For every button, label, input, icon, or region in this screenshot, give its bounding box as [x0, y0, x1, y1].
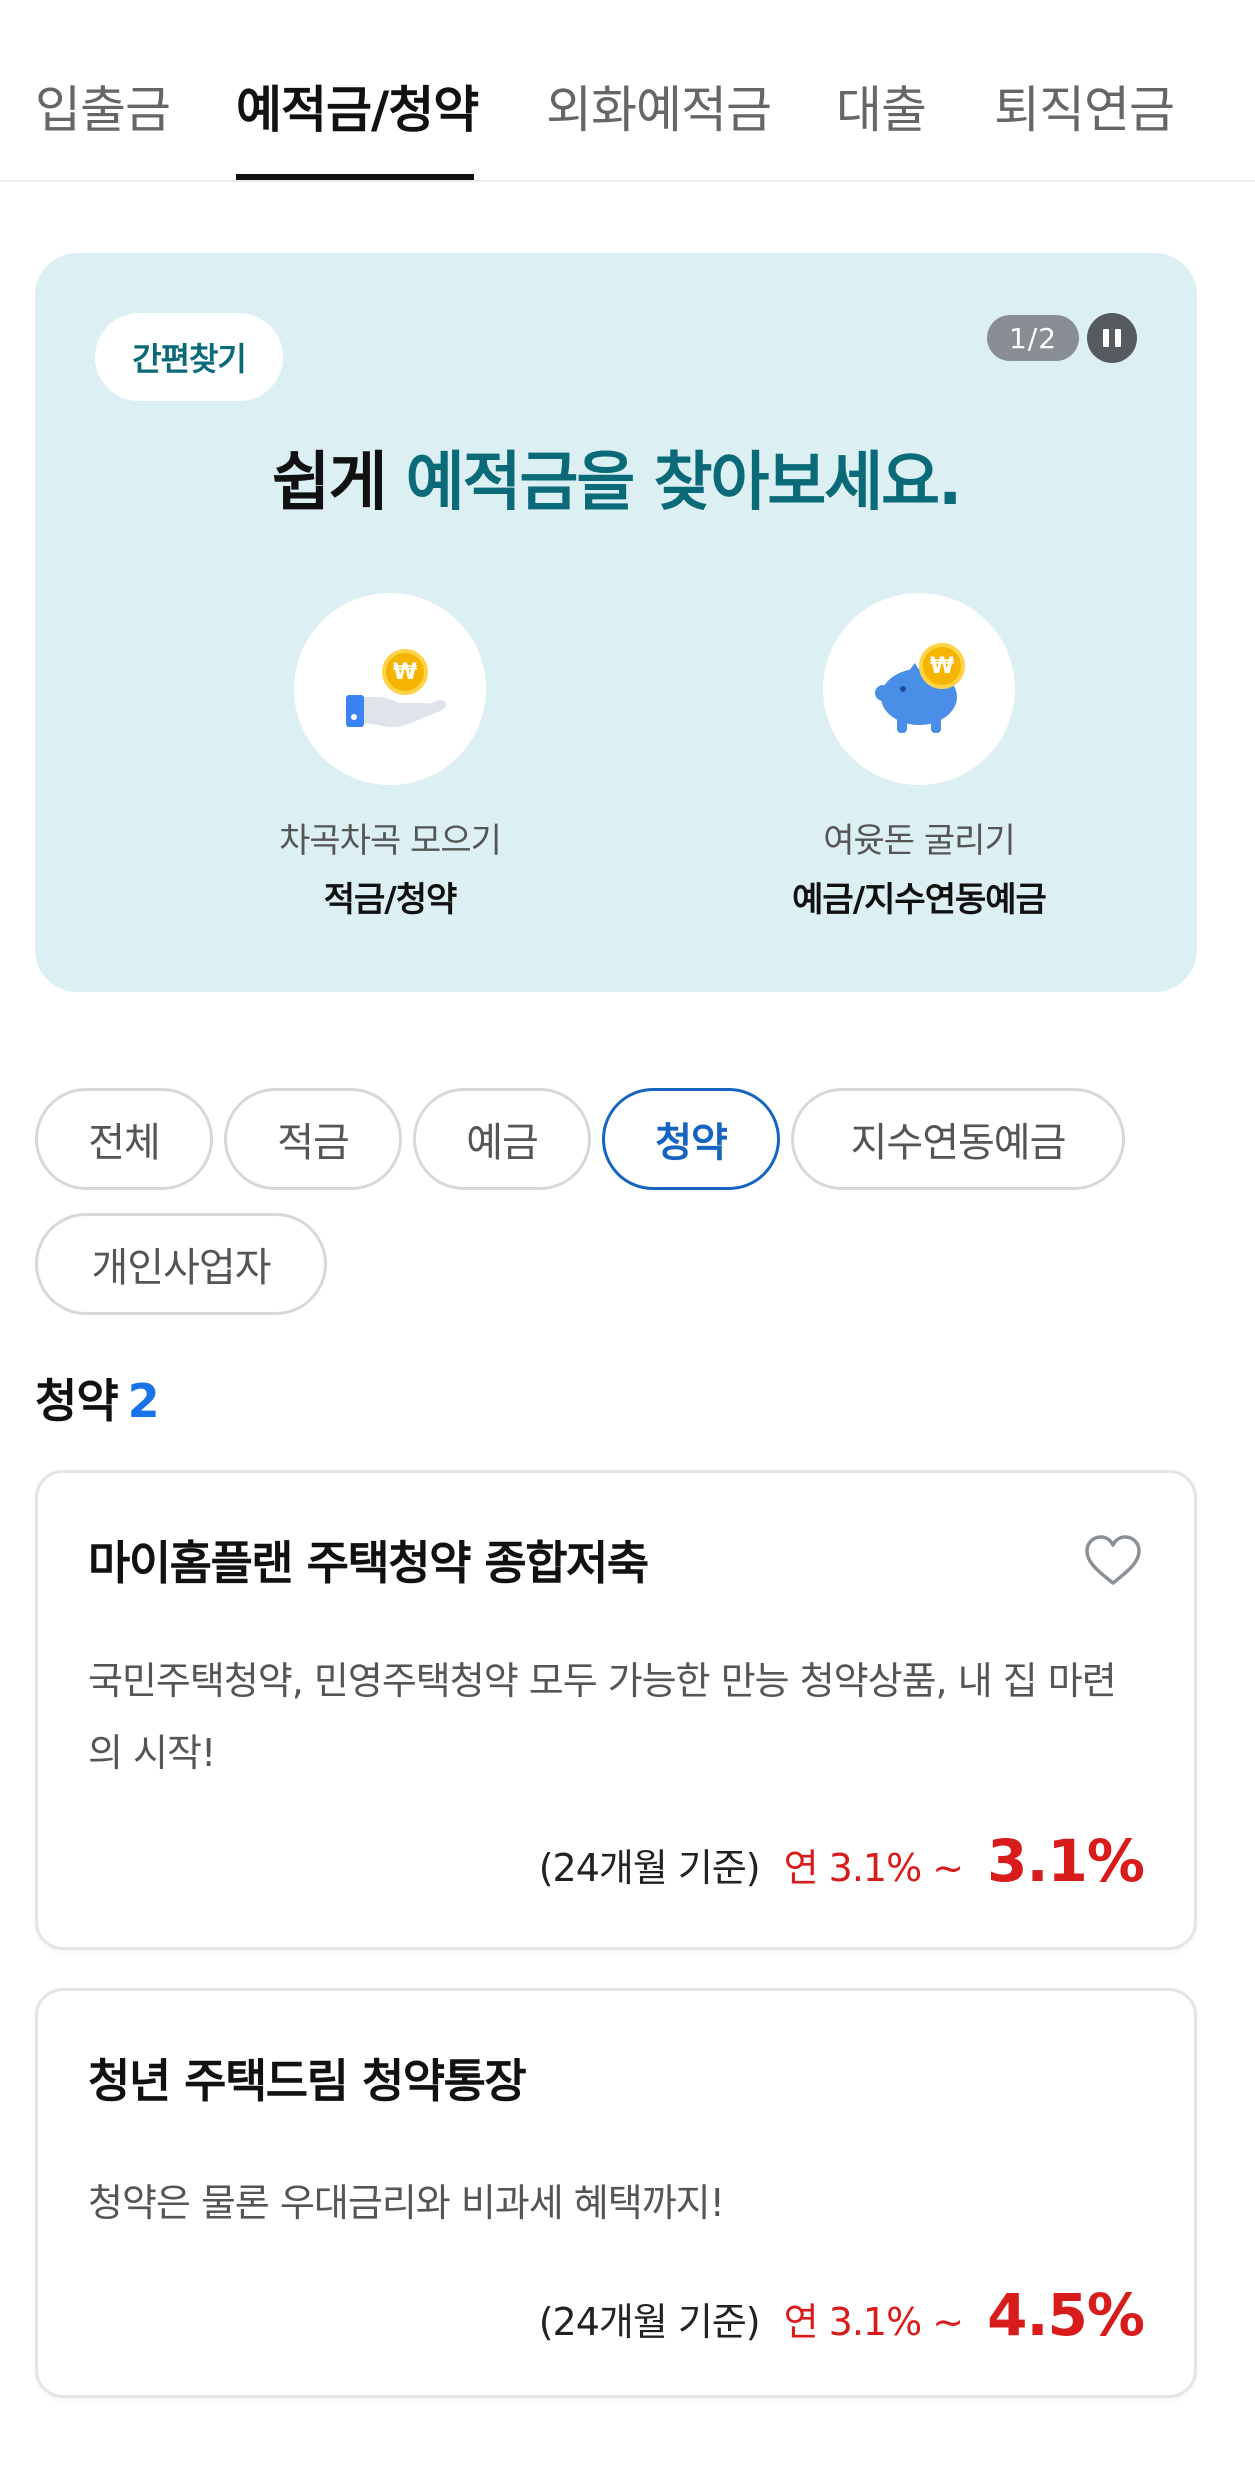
filter-chip-subscription[interactable]: 청약	[602, 1088, 780, 1190]
filter-chip-business[interactable]: 개인사업자	[35, 1213, 327, 1315]
tab-savings-subscription[interactable]: 예적금/청약	[236, 70, 479, 142]
filter-chip-index-linked[interactable]: 지수연동예금	[791, 1088, 1125, 1190]
option-installment-savings[interactable]: ₩ 차곡차곡 모으기 적금/청약	[190, 593, 590, 921]
option-deposit-sub: 여윳돈 굴리기	[823, 821, 1016, 861]
active-tab-indicator	[236, 174, 474, 180]
filter-chip-all[interactable]: 전체	[35, 1088, 213, 1190]
option-deposit[interactable]: ₩ 여윳돈 굴리기 예금/지수연동예금	[719, 593, 1119, 921]
banner-pager: 1/2	[987, 315, 1079, 361]
easy-find-chip: 간편찾기	[95, 313, 283, 401]
rate-range: 연 3.1% ~	[783, 2300, 964, 2344]
tab-foreign-currency[interactable]: 외화예적금	[546, 70, 772, 142]
product-title: 청년 주택드림 청약통장	[88, 2054, 527, 2108]
option-installment-sub: 차곡차곡 모으기	[279, 821, 502, 861]
banner-title: 쉽게 예적금을 찾아보세요.	[35, 431, 1197, 523]
rate-basis: (24개월 기준)	[538, 1846, 761, 1890]
easy-find-banner: 간편찾기 1/2 쉽게 예적금을 찾아보세요. ₩ 차곡차곡 모으기 적금/청약	[35, 253, 1197, 992]
section-title-label: 청약	[35, 1374, 119, 1428]
product-title: 마이홈플랜 주택청약 종합저축	[88, 1536, 649, 1590]
piggy-bank-icon: ₩	[823, 593, 1015, 785]
section-title: 청약 2	[35, 1365, 160, 1431]
product-card[interactable]: 마이홈플랜 주택청약 종합저축 국민주택청약, 민영주택청약 모두 가능한 만능…	[35, 1470, 1197, 1950]
rate-range: 연 3.1% ~	[783, 1846, 964, 1890]
product-card[interactable]: 청년 주택드림 청약통장 청약은 물론 우대금리와 비과세 혜택까지! (24개…	[35, 1988, 1197, 2398]
filter-chip-deposit[interactable]: 예금	[413, 1088, 591, 1190]
tab-deposit-withdrawal[interactable]: 입출금	[35, 70, 171, 142]
option-installment-main: 적금/청약	[323, 880, 458, 920]
hand-coin-icon: ₩	[294, 593, 486, 785]
won-coin-icon: ₩	[382, 649, 428, 695]
product-description: 청약은 물론 우대금리와 비과세 혜택까지!	[88, 2181, 725, 2225]
banner-title-highlight: 예적금을 찾아보세요.	[405, 446, 963, 520]
filter-chip-installment[interactable]: 적금	[224, 1088, 402, 1190]
rate-max: 3.1%	[987, 1827, 1145, 1895]
product-rate: (24개월 기준) 연 3.1% ~ 4.5%	[538, 2281, 1145, 2349]
heart-icon[interactable]	[1083, 1533, 1143, 1589]
product-description: 국민주택청약, 민영주택청약 모두 가능한 만능 청약상품, 내 집 마련의 시…	[88, 1659, 1117, 1775]
section-count: 2	[127, 1374, 160, 1428]
banner-title-prefix: 쉽게	[271, 446, 388, 520]
tab-pension[interactable]: 퇴직연금	[994, 70, 1175, 142]
won-coin-icon: ₩	[919, 643, 965, 689]
pause-icon[interactable]	[1087, 313, 1137, 363]
tab-loan[interactable]: 대출	[836, 70, 927, 142]
option-deposit-main: 예금/지수연동예금	[792, 880, 1047, 920]
rate-max: 4.5%	[987, 2281, 1145, 2349]
rate-basis: (24개월 기준)	[538, 2300, 761, 2344]
product-rate: (24개월 기준) 연 3.1% ~ 3.1%	[538, 1827, 1145, 1895]
category-tab-bar: 입출금 예적금/청약 외화예적금 대출 퇴직연금	[0, 0, 1255, 182]
